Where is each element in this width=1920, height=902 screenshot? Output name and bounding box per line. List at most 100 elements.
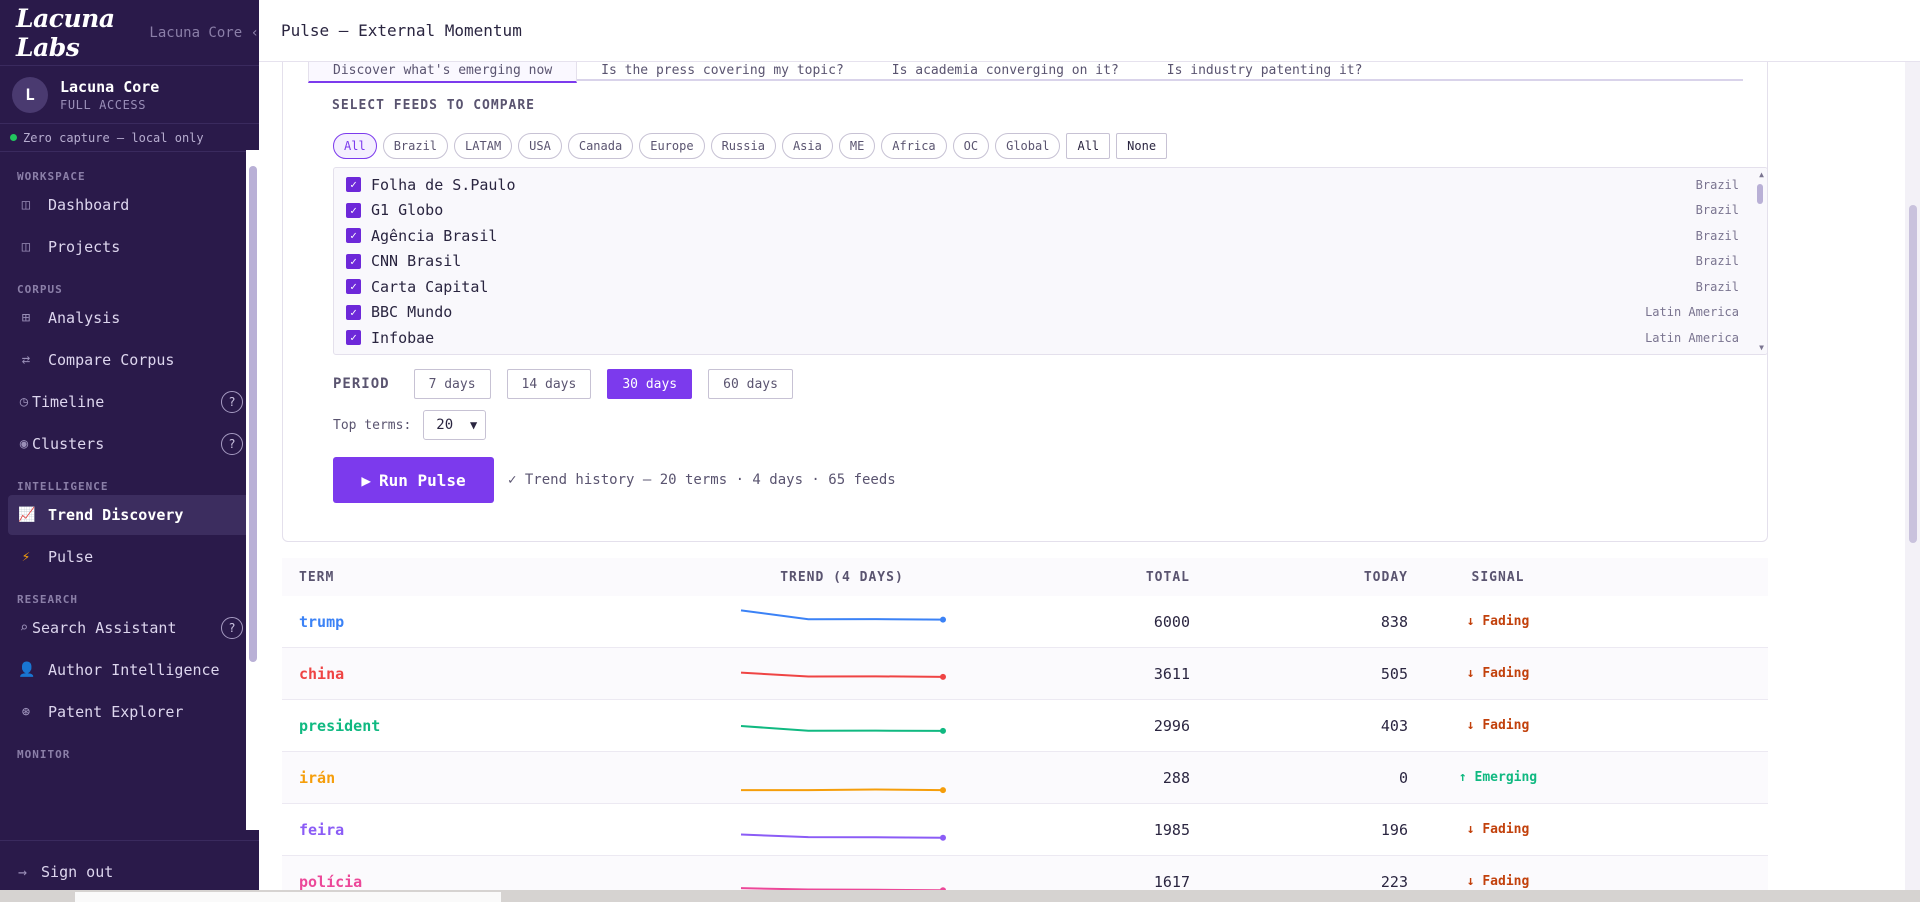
chip-russia[interactable]: Russia (710, 133, 776, 159)
region-filter-chips: All Brazil LATAM USA Canada Europe Russi… (333, 133, 1168, 159)
chip-brazil[interactable]: Brazil (382, 133, 449, 159)
sidebar-item-label: Dashboard (48, 196, 130, 214)
total-value: 1617 (1153, 872, 1190, 891)
sparkline-endpoint (940, 673, 946, 680)
period-60-days-button[interactable]: 60 days (708, 369, 793, 399)
sidebar-item-projects[interactable]: ◫ Projects (8, 227, 251, 267)
sidebar-item-pulse[interactable]: ⚡ Pulse (8, 537, 251, 577)
today-value: 0 (1398, 768, 1408, 787)
signal-badge: ↓ Fading (1466, 718, 1530, 733)
term-link[interactable]: polícia (282, 873, 702, 891)
trend-cell (702, 605, 982, 639)
run-pulse-button[interactable]: ▶ Run Pulse (333, 457, 494, 503)
feed-list-scroll-thumb[interactable] (1757, 184, 1763, 204)
checkbox-checked-icon[interactable]: ✓ (346, 228, 361, 244)
chip-all[interactable]: All (333, 133, 377, 159)
chip-oc[interactable]: OC (952, 133, 990, 159)
feed-item[interactable]: ✓ Agência Brasil Brazil (334, 223, 1767, 249)
sidebar-scroll-thumb[interactable] (249, 166, 257, 662)
sign-out-label: Sign out (41, 862, 114, 881)
sidebar-item-label: Compare Corpus (48, 351, 175, 369)
term-link[interactable]: irán (282, 769, 702, 787)
term-link[interactable]: feira (282, 821, 702, 839)
period-14-days-button[interactable]: 14 days (506, 369, 592, 399)
chevron-down-icon: ▼ (470, 418, 478, 432)
taskbar-search[interactable] (75, 892, 501, 902)
column-header-today[interactable]: TODAY (1190, 570, 1408, 585)
sidebar-item-trend-discovery[interactable]: 📈 Trend Discovery (8, 495, 251, 535)
tab-academia[interactable]: Is academia converging on it? (868, 62, 1143, 81)
sidebar-item-analysis[interactable]: ⊞ Analysis (8, 298, 251, 338)
sidebar-item-patent-explorer[interactable]: ⊛ Patent Explorer (8, 692, 251, 732)
total-value: 6000 (1153, 612, 1190, 631)
checkbox-checked-icon[interactable]: ✓ (346, 304, 361, 320)
privacy-text: Zero capture — local only (23, 130, 204, 145)
sidebar-item-search-assistant[interactable]: ⌕ Search Assistant ? (8, 608, 251, 648)
column-header-signal[interactable]: SIGNAL (1408, 570, 1588, 585)
help-icon[interactable]: ? (221, 391, 243, 413)
checkbox-checked-icon[interactable]: ✓ (346, 177, 361, 193)
table-row[interactable]: president 2996 403 ↓ Fading (282, 700, 1768, 752)
feed-item[interactable]: ✓ Folha de S.Paulo Brazil (334, 172, 1767, 198)
table-row[interactable]: china 3611 505 ↓ Fading (282, 648, 1768, 700)
sparkline-endpoint (940, 727, 946, 734)
main-content: Discover what's emerging now Is the pres… (259, 62, 1905, 902)
checkbox-checked-icon[interactable]: ✓ (346, 330, 361, 346)
column-header-total[interactable]: TOTAL (982, 570, 1190, 585)
term-link[interactable]: china (282, 665, 702, 683)
table-row[interactable]: feira 1985 196 ↓ Fading (282, 804, 1768, 856)
scroll-up-icon[interactable]: ▲ (1759, 170, 1764, 179)
grid-icon: ⊞ (21, 310, 31, 326)
chip-me[interactable]: ME (838, 133, 876, 159)
help-icon[interactable]: ? (221, 433, 243, 455)
term-link[interactable]: president (282, 717, 702, 735)
chip-global[interactable]: Global (995, 133, 1061, 159)
signal-badge: ↑ Emerging (1458, 770, 1538, 785)
select-none-button[interactable]: None (1116, 133, 1168, 159)
checkbox-checked-icon[interactable]: ✓ (346, 253, 361, 269)
feed-item[interactable]: ✓ Infobae Latin America (334, 325, 1767, 351)
period-30-days-button[interactable]: 30 days (607, 369, 693, 399)
top-terms-select[interactable]: 20 ▼ (423, 410, 487, 440)
sidebar-item-timeline[interactable]: ◷ Timeline ? (8, 382, 251, 422)
chip-europe[interactable]: Europe (639, 133, 705, 159)
sidebar-item-label: Clusters (32, 435, 105, 453)
chip-canada[interactable]: Canada (567, 133, 634, 159)
term-link[interactable]: trump (282, 613, 702, 631)
column-header-term[interactable]: TERM (282, 570, 702, 585)
feed-item[interactable]: ✓ BBC Mundo Latin America (334, 300, 1767, 326)
brand-product[interactable]: Lacuna Core ‹ (149, 25, 259, 41)
checkbox-checked-icon[interactable]: ✓ (346, 202, 361, 218)
tab-discover[interactable]: Discover what's emerging now (308, 62, 578, 83)
feed-item[interactable]: ✓ CNN Brasil Brazil (334, 249, 1767, 275)
sparkline-chart (740, 724, 946, 734)
main-scroll-thumb[interactable] (1909, 205, 1917, 543)
sidebar-item-compare-corpus[interactable]: ⇄ Compare Corpus (8, 340, 251, 380)
chip-latam[interactable]: LATAM (454, 133, 513, 159)
period-7-days-button[interactable]: 7 days (413, 369, 491, 399)
sidebar-item-author-intelligence[interactable]: 👤 Author Intelligence (8, 650, 251, 690)
logout-icon: → (18, 862, 28, 881)
chip-asia[interactable]: Asia (781, 133, 833, 159)
table-row[interactable]: irán 288 0 ↑ Emerging (282, 752, 1768, 804)
feed-item[interactable]: ✓ Carta Capital Brazil (334, 274, 1767, 300)
table-row[interactable]: trump 6000 838 ↓ Fading (282, 596, 1768, 648)
scroll-down-icon[interactable]: ▼ (1759, 343, 1764, 352)
sidebar-item-dashboard[interactable]: ◫ Dashboard (8, 185, 251, 225)
chip-usa[interactable]: USA (518, 133, 562, 159)
tab-press[interactable]: Is the press covering my topic? (577, 62, 868, 81)
chip-africa[interactable]: Africa (881, 133, 947, 159)
tab-industry[interactable]: Is industry patenting it? (1143, 62, 1387, 81)
sidebar-item-clusters[interactable]: ◉ Clusters ? (8, 424, 251, 464)
today-value: 505 (1380, 664, 1408, 683)
checkbox-checked-icon[interactable]: ✓ (346, 279, 361, 295)
select-all-button[interactable]: All (1066, 133, 1111, 159)
question-tabs: Discover what's emerging now Is the pres… (308, 62, 1743, 83)
user-card[interactable]: L Lacuna Core FULL ACCESS (0, 66, 259, 124)
feed-item[interactable]: ✓ G1 Globo Brazil (334, 198, 1767, 224)
help-icon[interactable]: ? (221, 617, 243, 639)
play-icon: ▶ (361, 470, 371, 490)
avatar: L (12, 76, 48, 113)
trend-cell (702, 709, 982, 743)
panel-icon: ◫ (21, 197, 31, 213)
